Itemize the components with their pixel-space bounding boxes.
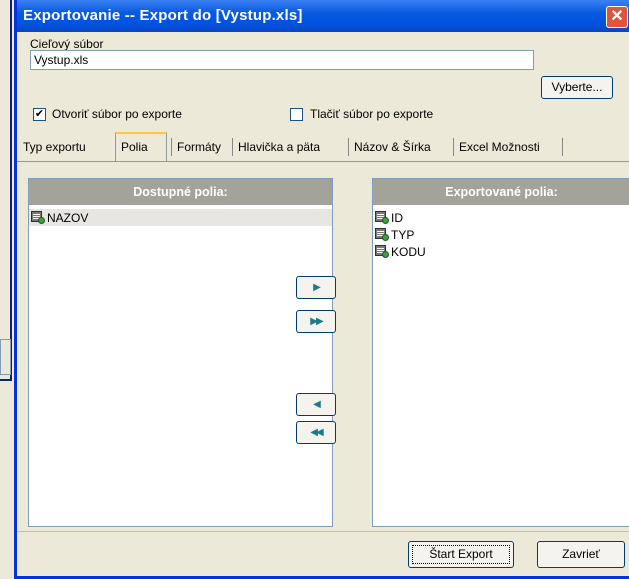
background-window-frame: [0, 0, 12, 381]
field-icon: [375, 228, 389, 241]
target-file-input[interactable]: Vystup.xls: [30, 50, 534, 70]
field-icon: [375, 245, 389, 258]
tab-separator: [171, 138, 172, 156]
tab-fields[interactable]: Polia: [121, 140, 148, 154]
print-after-export-label[interactable]: Tlačiť súbor po exporte: [310, 107, 433, 121]
field-icon: [375, 211, 389, 224]
field-icon: [31, 211, 45, 224]
open-after-export-label[interactable]: Otvoriť súbor po exporte: [52, 107, 182, 121]
target-file-label: Cieľový súbor: [30, 37, 104, 51]
field-label: ID: [391, 210, 403, 225]
remove-field-button[interactable]: ◀: [296, 393, 336, 416]
footer-divider: [17, 531, 629, 532]
exported-fields-header: Exportované polia:: [373, 179, 629, 205]
list-item[interactable]: KODU: [373, 243, 629, 260]
tab-bar: Typ exportu Polia Formáty Hlavička a pät…: [17, 128, 629, 162]
tab-name-width[interactable]: Názov & Šírka: [354, 140, 431, 154]
list-item[interactable]: ID: [373, 209, 629, 226]
remove-all-fields-button[interactable]: ◀◀: [296, 421, 336, 444]
tab-separator: [562, 138, 563, 156]
print-after-export-checkbox[interactable]: [290, 108, 303, 121]
background-window-control: [0, 339, 11, 375]
list-item[interactable]: TYP: [373, 226, 629, 243]
tab-underline: [17, 161, 629, 162]
add-all-fields-button[interactable]: ▶▶: [296, 310, 336, 333]
tab-separator: [232, 138, 233, 156]
tab-excel-options[interactable]: Excel Možnosti: [459, 140, 540, 154]
title-bar: Exportovanie -- Export do [Vystup.xls] ✕: [17, 0, 629, 32]
exported-fields-list[interactable]: Exportované polia: ID TYP KODU: [372, 178, 629, 527]
focus-rectangle: [412, 545, 510, 564]
close-icon[interactable]: ✕: [606, 6, 628, 28]
open-after-export-checkbox[interactable]: ✔: [33, 108, 46, 121]
field-label: TYP: [391, 227, 415, 242]
tab-separator: [348, 138, 349, 156]
start-export-button[interactable]: Štart Export: [408, 541, 514, 568]
available-fields-list[interactable]: Dostupné polia: NAZOV: [28, 178, 333, 527]
tab-header-footer[interactable]: Hlavička a päta: [238, 140, 320, 154]
available-fields-header: Dostupné polia:: [29, 179, 332, 205]
browse-button[interactable]: Vyberte...: [541, 76, 613, 99]
window-title: Exportovanie -- Export do [Vystup.xls]: [23, 7, 303, 24]
list-item[interactable]: NAZOV: [29, 209, 332, 226]
close-button[interactable]: Zavrieť: [537, 541, 625, 568]
field-label: KODU: [391, 244, 426, 259]
add-field-button[interactable]: ▶: [296, 276, 336, 299]
tab-formats[interactable]: Formáty: [177, 140, 221, 154]
export-dialog: Exportovanie -- Export do [Vystup.xls] ✕…: [14, 0, 629, 579]
tab-separator: [453, 138, 454, 156]
field-label: NAZOV: [47, 210, 89, 225]
tab-export-type[interactable]: Typ exportu: [23, 140, 86, 154]
background-window: [0, 0, 14, 579]
